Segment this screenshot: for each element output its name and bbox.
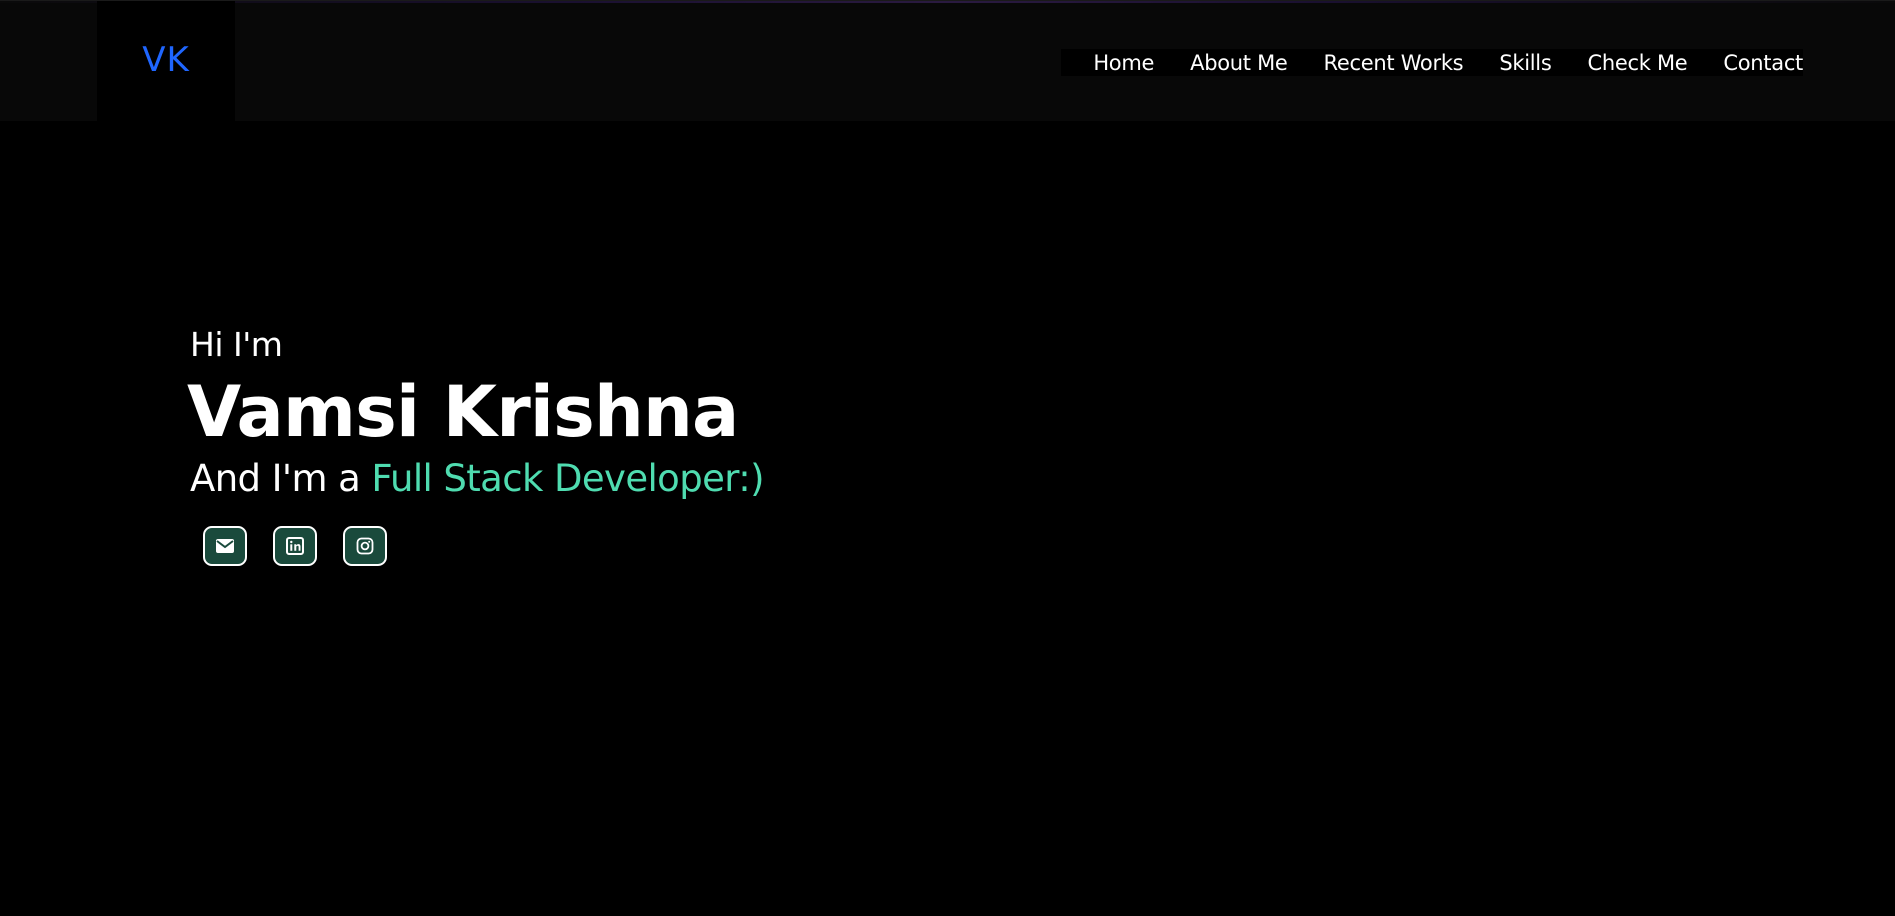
mail-icon <box>216 539 234 553</box>
linkedin-icon <box>286 537 304 555</box>
instagram-icon <box>356 537 374 555</box>
hero-role: Full Stack Developer:) <box>371 457 764 500</box>
nav-item-contact[interactable]: Contact <box>1723 51 1803 75</box>
nav-item-about-me[interactable]: About Me <box>1190 51 1288 75</box>
nav-menu: Home About Me Recent Works Skills Check … <box>1061 49 1803 76</box>
nav-item-skills[interactable]: Skills <box>1499 51 1551 75</box>
hero-greeting: Hi I'm <box>190 325 283 364</box>
navbar: VK Home About Me Recent Works Skills Che… <box>0 0 1895 121</box>
instagram-button[interactable] <box>343 526 387 566</box>
page: VK Home About Me Recent Works Skills Che… <box>0 0 1895 916</box>
logo[interactable]: VK <box>97 1 235 121</box>
hero-role-prefix: And I'm a <box>190 457 372 500</box>
hero-section: Hi I'm Vamsi Krishna And I'm a Full Stac… <box>187 322 1090 504</box>
hero-name: Vamsi Krishna <box>187 371 739 453</box>
hero-role-line: And I'm a Full Stack Developer:) <box>190 454 1090 504</box>
navbar-top-glow <box>0 1 1895 3</box>
linkedin-button[interactable] <box>273 526 317 566</box>
logo-text[interactable]: VK <box>142 40 190 80</box>
nav-item-recent-works[interactable]: Recent Works <box>1324 51 1464 75</box>
nav-item-home[interactable]: Home <box>1093 51 1154 75</box>
nav-item-check-me[interactable]: Check Me <box>1587 51 1687 75</box>
social-links <box>203 526 387 566</box>
email-button[interactable] <box>203 526 247 566</box>
